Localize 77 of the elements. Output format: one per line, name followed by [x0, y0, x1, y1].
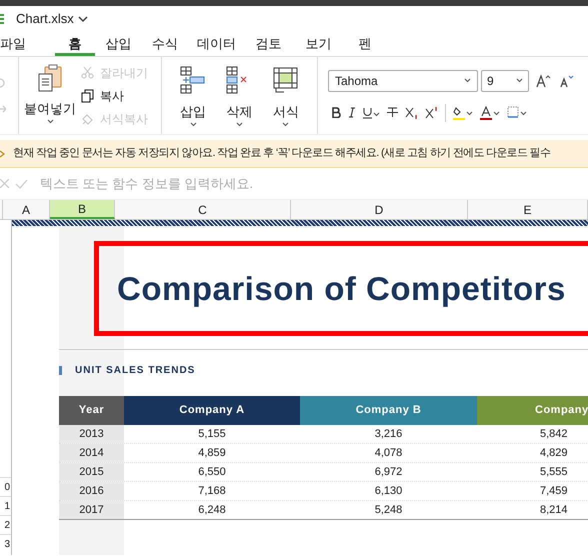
caret-icon [516, 78, 523, 83]
table-cell-text: 5,555 [539, 464, 569, 480]
caret-icon [282, 122, 290, 126]
column-header[interactable]: D [291, 200, 468, 219]
caret-icon [46, 118, 54, 124]
format-cells-button[interactable]: 서식 [272, 57, 299, 134]
table-cell-text: 6,130 [374, 484, 404, 499]
strikethrough-icon[interactable] [387, 107, 398, 118]
subscript-icon[interactable] [405, 106, 418, 118]
formula-input[interactable]: 텍스트 또는 함수 정보를 입력하세요. [40, 174, 588, 194]
underline-icon[interactable] [363, 106, 380, 118]
increase-font-icon[interactable] [536, 74, 552, 88]
table-cell: 2013 [59, 425, 124, 443]
ribbon-tab[interactable]: 보기 [292, 32, 345, 56]
column-header[interactable]: E [468, 200, 588, 219]
decrease-font-icon[interactable] [559, 74, 575, 88]
caret-icon [464, 78, 471, 83]
table-header: Company B [300, 396, 477, 425]
italic-icon[interactable] [348, 107, 356, 118]
table-cell-text: 5,842 [539, 426, 569, 442]
cell-format-icon [272, 66, 299, 94]
section-marker [59, 366, 62, 374]
table-cell-text: 4,859 [197, 446, 227, 461]
ribbon-tab[interactable]: 파일 [0, 32, 55, 56]
font-select[interactable]: Tahoma [328, 70, 478, 92]
chevron-down-icon[interactable] [78, 16, 88, 22]
ribbon-tab[interactable]: 데이터 [188, 32, 245, 56]
section-heading: UNIT SALES TRENDS [75, 364, 196, 378]
table-cell-text: 6,550 [197, 464, 227, 480]
ribbon-tab[interactable]: 펜 [345, 32, 385, 56]
notice-text: 현재 작업 중인 문서는 자동 저장되지 않아요. 작업 완료 후 ‘꼭’ 다운로드 해주세요. (새로 고침 하기 전에도 다운로드 필수 [13, 146, 550, 162]
font-size-select[interactable]: 9 [481, 70, 529, 92]
table-cell-text: 5,248 [374, 502, 404, 518]
delete-cells-button[interactable]: 삭제 [226, 57, 252, 134]
table-header: Company A [124, 396, 300, 425]
file-name[interactable]: Chart.xlsx [16, 9, 74, 29]
table-cell-text: 4,829 [539, 446, 569, 461]
fill-color-icon[interactable] [453, 106, 473, 120]
paste-button[interactable]: 붙여넣기 [19, 57, 81, 134]
row-number[interactable]: 0 [4, 480, 10, 494]
table-cell-text: 8,214 [539, 502, 569, 518]
table-cell: 2017 [59, 501, 124, 519]
format-brush-icon [81, 112, 94, 125]
table-cell-text: 5,155 [197, 426, 227, 442]
table-cell-text: 3,216 [374, 426, 404, 442]
table-cell-text: 7,459 [539, 484, 569, 499]
ribbon-tab[interactable]: 검토 [245, 32, 292, 56]
table-cell: 2016 [59, 482, 124, 500]
sheet-file-icon [0, 14, 4, 24]
caret-icon [190, 122, 197, 126]
insert-cells-button[interactable]: 삽입 [180, 57, 206, 134]
clipboard-icon [38, 64, 62, 92]
ribbon-tab[interactable]: 삽입 [95, 32, 142, 56]
copy-icon [81, 88, 94, 102]
table-cell: 2015 [59, 463, 124, 481]
superscript-icon[interactable] [425, 106, 438, 118]
copy-button[interactable]: 복사 [81, 86, 148, 104]
font-color-icon[interactable] [480, 106, 500, 120]
ribbon-tab[interactable]: 홈 [55, 32, 95, 56]
ribbon-tab[interactable]: 수식 [142, 32, 188, 56]
insert-cells-icon [180, 66, 206, 94]
caret-icon [236, 122, 243, 126]
table-header: Year [59, 396, 124, 425]
table-cell-text: 6,972 [374, 464, 404, 480]
sheet-title: Comparison of Competitors [116, 268, 566, 309]
table-cell-text: 4,078 [374, 446, 404, 461]
bold-icon[interactable] [332, 107, 341, 118]
scissors-icon [81, 66, 94, 79]
row-number[interactable]: 2 [4, 518, 10, 532]
table-cell: 2014 [59, 444, 124, 462]
column-header[interactable]: C [115, 200, 291, 219]
column-header[interactable]: B [50, 200, 115, 219]
borders-icon[interactable] [507, 106, 527, 120]
row-number[interactable]: 3 [4, 536, 10, 552]
table-cell-text: 7,168 [197, 484, 227, 499]
row-number[interactable]: 1 [4, 498, 10, 514]
table-cell-text: 6,248 [197, 502, 227, 518]
